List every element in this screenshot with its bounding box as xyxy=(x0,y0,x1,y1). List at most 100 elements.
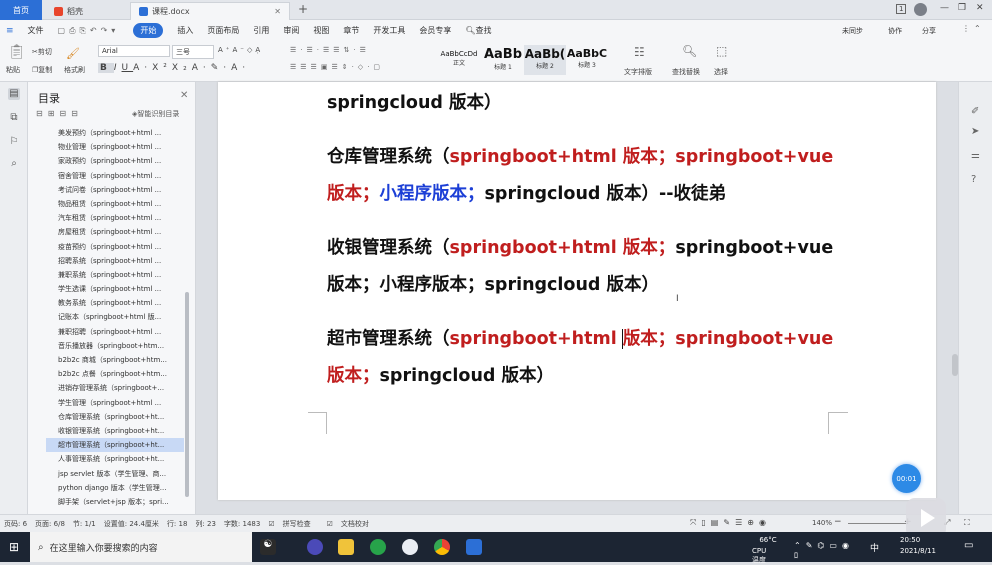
menu-reference[interactable]: 引用 xyxy=(253,25,269,36)
collapse-icon[interactable]: ⌃ xyxy=(974,24,981,33)
copy-button[interactable]: ❐复制 xyxy=(32,65,52,75)
style-heading-3[interactable]: AaBbC 标题 3 xyxy=(566,45,608,75)
close-window-icon[interactable]: ✕ xyxy=(976,3,984,13)
adjust-icon[interactable]: ⚌ xyxy=(971,150,983,162)
share-button[interactable]: 分享 xyxy=(922,26,936,36)
toc-item[interactable]: 教务系统（springboot+html ... xyxy=(46,296,184,310)
select-button[interactable]: 选择 xyxy=(714,67,728,77)
paste-icon[interactable]: 📋︎ xyxy=(8,44,26,60)
menu-icon[interactable]: ≡ xyxy=(6,26,14,36)
zoom-slider[interactable] xyxy=(848,523,908,524)
tab-home[interactable]: 首页 xyxy=(0,0,42,20)
file-explorer-icon[interactable] xyxy=(338,539,354,555)
menu-review[interactable]: 审阅 xyxy=(283,25,299,36)
toc-item[interactable]: 家政预约（springboot+html ... xyxy=(46,154,184,168)
clock-time[interactable]: 20:50 xyxy=(900,536,920,544)
toc-item[interactable]: 汽车租赁（springboot+html ... xyxy=(46,211,184,225)
toc-item[interactable]: 仓库管理系统（springboot+ht... xyxy=(46,410,184,424)
chrome-icon[interactable] xyxy=(434,539,450,555)
help-icon[interactable]: ? xyxy=(971,174,983,186)
font-size-adjust-icons[interactable]: A⁺A⁻◇Ạ xyxy=(218,46,263,54)
close-icon[interactable]: ✕ xyxy=(180,90,188,101)
paste-button[interactable]: 粘贴 xyxy=(6,65,20,75)
menu-member[interactable]: 会员专享 xyxy=(419,25,451,36)
cut-button[interactable]: ✂剪切 xyxy=(32,47,52,57)
toc-item[interactable]: 音乐播放器（springboot+htm... xyxy=(46,339,184,353)
avatar[interactable] xyxy=(914,3,927,16)
zoom-level[interactable]: 140% xyxy=(812,519,832,527)
toc-item[interactable]: 疫苗预约（springboot+html ... xyxy=(46,240,184,254)
toc-item[interactable]: 学生管理（springboot+html ... xyxy=(46,396,184,410)
clock-date[interactable]: 2021/8/11 xyxy=(900,547,936,555)
toc-item[interactable]: b2b2c 商城（springboot+htm... xyxy=(46,353,184,367)
tab-document[interactable]: 课程.docx ✕ xyxy=(130,2,290,20)
proof-button[interactable]: ☑ 文档校对 xyxy=(327,519,377,529)
toc-item[interactable]: 考试问卷（springboot+html ... xyxy=(46,183,184,197)
sync-status[interactable]: 未同步 xyxy=(842,26,863,36)
format-painter-button[interactable]: 格式刷 xyxy=(64,65,85,75)
bookmark-icon[interactable]: ⚐ xyxy=(8,136,20,148)
fullscreen-icon[interactable]: ⛶ xyxy=(964,518,970,528)
window-count-badge[interactable]: 1 xyxy=(896,4,907,14)
ime-indicator[interactable]: 中 xyxy=(870,541,879,554)
pointer-icon[interactable]: ➤ xyxy=(971,126,983,138)
recording-timer[interactable]: 00:01 xyxy=(892,464,921,493)
taskbar-search[interactable]: ⌕ 在这里输入你要搜索的内容 xyxy=(30,532,252,562)
maximize-icon[interactable]: ❐ xyxy=(958,3,966,13)
smart-toc-button[interactable]: ◈智能识别目录 xyxy=(132,109,179,119)
toc-controls[interactable]: ⊟⊞⊟⊟ xyxy=(36,109,83,118)
spell-check-button[interactable]: ☑ 拼写检查 xyxy=(268,519,318,529)
style-heading-2[interactable]: AaBb(标题 2 xyxy=(524,45,566,75)
toc-item[interactable]: 招聘系统（springboot+html ... xyxy=(46,254,184,268)
zoom-out-icon[interactable]: − xyxy=(834,517,842,527)
toc-item[interactable]: 物品租赁（springboot+html ... xyxy=(46,197,184,211)
app-icon-2[interactable] xyxy=(307,539,323,555)
text-format-icons[interactable]: B IUA·X²X₂A·✎·A· xyxy=(98,63,250,73)
style-heading-1[interactable]: AaBb 标题 1 xyxy=(482,45,524,75)
toc-item[interactable]: 美发预约（springboot+html ... xyxy=(46,126,184,140)
menu-insert[interactable]: 插入 xyxy=(177,25,193,36)
toc-item[interactable]: 宿舍管理（springboot+html ... xyxy=(46,169,184,183)
toc-item[interactable]: 记账本（springboot+html 版... xyxy=(46,310,184,324)
menu-chapter[interactable]: 章节 xyxy=(343,25,359,36)
view-mode-icons[interactable]: ⤧▯▤✎☰⊕◉ xyxy=(690,518,771,528)
menu-file[interactable]: 文件 xyxy=(28,25,44,36)
close-tab-icon[interactable]: ✕ xyxy=(274,7,281,16)
font-family-select[interactable]: Arial xyxy=(98,45,170,57)
quick-access-icons[interactable]: ▢⎙⎘↶↷▾ xyxy=(58,26,120,36)
word-count[interactable]: 字数: 1483 xyxy=(224,519,260,529)
app-icon-5[interactable] xyxy=(402,539,418,555)
new-tab-button[interactable]: + xyxy=(298,2,308,16)
minimize-icon[interactable]: — xyxy=(940,3,949,13)
toc-item[interactable]: 进销存管理系统（springboot+... xyxy=(46,381,184,395)
status-pages[interactable]: 页面: 6/8 xyxy=(35,519,65,529)
toc-item[interactable]: 脚手架（servlet+jsp 版本；spri... xyxy=(46,495,184,509)
menu-search[interactable]: 🔍︎查找 xyxy=(465,25,491,36)
navigation-icon[interactable]: ⧉ xyxy=(8,112,20,124)
toc-item[interactable]: b2b2c 点餐（springboot+htm... xyxy=(46,367,184,381)
toc-item[interactable]: 人事管理系统（springboot+ht... xyxy=(46,452,184,466)
find-replace-button[interactable]: 查找替换 xyxy=(672,67,700,77)
toc-item[interactable]: 物业管理（springboot+html ... xyxy=(46,140,184,154)
toc-item[interactable]: 兼职招聘（springboot+html ... xyxy=(46,325,184,339)
format-icon[interactable]: ✐ xyxy=(971,106,983,118)
toc-item[interactable]: 收银管理系统（springboot+ht... xyxy=(46,424,184,438)
align-icons[interactable]: ☰☰☰▣☰⇕·◇·▢ xyxy=(290,63,384,71)
menu-layout[interactable]: 页面布局 xyxy=(207,25,239,36)
menu-start[interactable]: 开始 xyxy=(133,23,164,38)
text-layout-button[interactable]: 文字排版 xyxy=(624,67,652,77)
style-normal[interactable]: AaBbCcDd 正文 xyxy=(438,45,480,75)
notification-icon[interactable]: ▭ xyxy=(964,540,973,551)
toc-scrollbar[interactable] xyxy=(185,292,189,497)
menu-view[interactable]: 视图 xyxy=(313,25,329,36)
font-size-select[interactable]: 三号 xyxy=(172,45,214,59)
menu-devtools[interactable]: 开发工具 xyxy=(373,25,405,36)
toc-item[interactable]: 学生选课（springboot+html ... xyxy=(46,282,184,296)
toc-item[interactable]: python django 版本（学生管理... xyxy=(46,481,184,495)
list-icons[interactable]: ☰·☰·☰☰⇅·☰ xyxy=(290,46,370,54)
search-panel-icon[interactable]: ⌕ xyxy=(8,158,20,170)
tray-icons[interactable]: ⌃✎⌬▭◉ﾛ xyxy=(794,541,854,561)
wps-writer-icon[interactable] xyxy=(466,539,482,555)
toc-item[interactable]: 超市管理系统（springboot+ht... xyxy=(46,438,184,453)
app-icon-4[interactable] xyxy=(370,539,386,555)
